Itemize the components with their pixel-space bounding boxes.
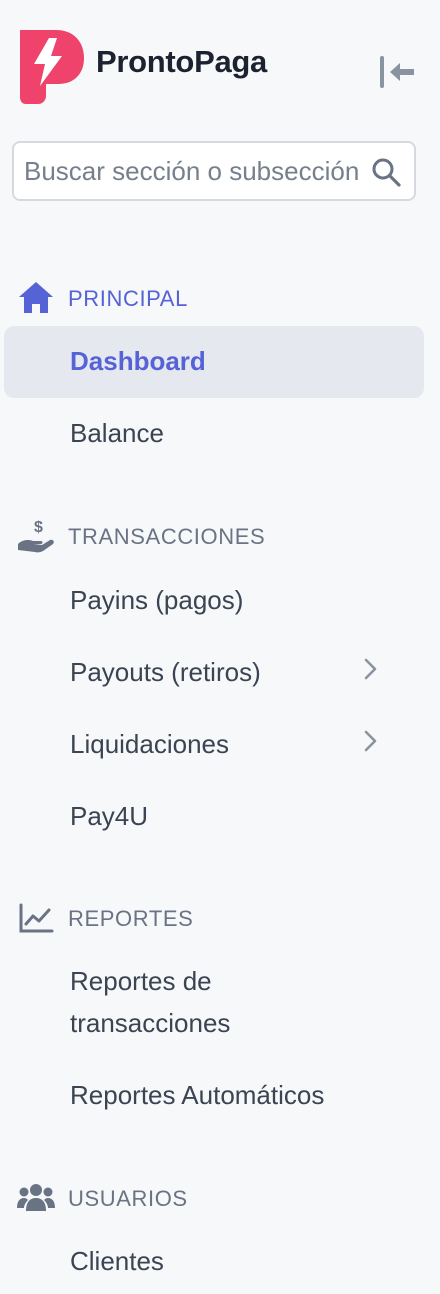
search-icon[interactable] bbox=[370, 156, 402, 188]
section-title-principal: PRINCIPAL bbox=[68, 286, 188, 311]
sidebar-item-label: Balance bbox=[70, 418, 164, 448]
section-usuarios: USUARIOS bbox=[0, 1178, 440, 1218]
users-icon bbox=[17, 1184, 55, 1211]
home-icon bbox=[19, 282, 53, 313]
sidebar-item-label: Dashboard bbox=[70, 346, 206, 376]
section-title-reportes: REPORTES bbox=[68, 906, 194, 931]
sidebar-item-clientes[interactable]: Clientes bbox=[4, 1226, 424, 1294]
brand-name: ProntoPaga bbox=[96, 44, 267, 79]
sidebar-item-label: Reportes Automáticos bbox=[70, 1080, 325, 1110]
sidebar-item-label: Payouts (retiros) bbox=[70, 657, 261, 687]
sidebar-item-label: Liquidaciones bbox=[70, 729, 230, 759]
search-input[interactable] bbox=[24, 143, 364, 199]
sidebar-item-label: Payins (pagos) bbox=[70, 585, 244, 615]
sidebar-item-reportes-transacciones[interactable]: Reportes de transacciones bbox=[4, 952, 424, 1056]
sidebar-item-label-line2: transacciones bbox=[70, 1008, 231, 1038]
sidebar-item-label-line1: Reportes de bbox=[70, 966, 212, 996]
sidebar-item-dashboard[interactable]: Dashboard bbox=[4, 326, 424, 398]
sidebar-item-label: Pay4U bbox=[70, 801, 149, 831]
sidebar-item-liquidaciones[interactable]: Liquidaciones bbox=[4, 708, 424, 780]
sidebar-item-reportes-automaticos[interactable]: Reportes Automáticos bbox=[4, 1060, 424, 1132]
section-principal: PRINCIPAL bbox=[0, 278, 440, 318]
money-hand-icon: $ bbox=[18, 519, 54, 553]
section-title-usuarios: USUARIOS bbox=[68, 1186, 188, 1211]
prontopaga-logo bbox=[20, 30, 84, 104]
sidebar: ProntoPaga PRINCIPAL Dashboard Balance $… bbox=[0, 0, 440, 1294]
chart-line-icon bbox=[19, 903, 54, 933]
svg-text:$: $ bbox=[34, 519, 43, 536]
sidebar-item-payouts[interactable]: Payouts (retiros) bbox=[4, 636, 424, 708]
search-box bbox=[12, 141, 416, 201]
section-title-transacciones: TRANSACCIONES bbox=[68, 524, 266, 549]
chevron-right-icon bbox=[364, 658, 377, 680]
sidebar-item-balance[interactable]: Balance bbox=[4, 398, 424, 470]
section-reportes: REPORTES bbox=[0, 898, 440, 938]
sidebar-item-payins[interactable]: Payins (pagos) bbox=[4, 564, 424, 636]
sidebar-item-label: Clientes bbox=[70, 1246, 164, 1276]
sidebar-item-pay4u[interactable]: Pay4U bbox=[4, 780, 424, 852]
section-transacciones: $ TRANSACCIONES bbox=[0, 516, 440, 556]
collapse-sidebar-icon[interactable] bbox=[374, 50, 418, 94]
chevron-right-icon bbox=[364, 730, 377, 752]
